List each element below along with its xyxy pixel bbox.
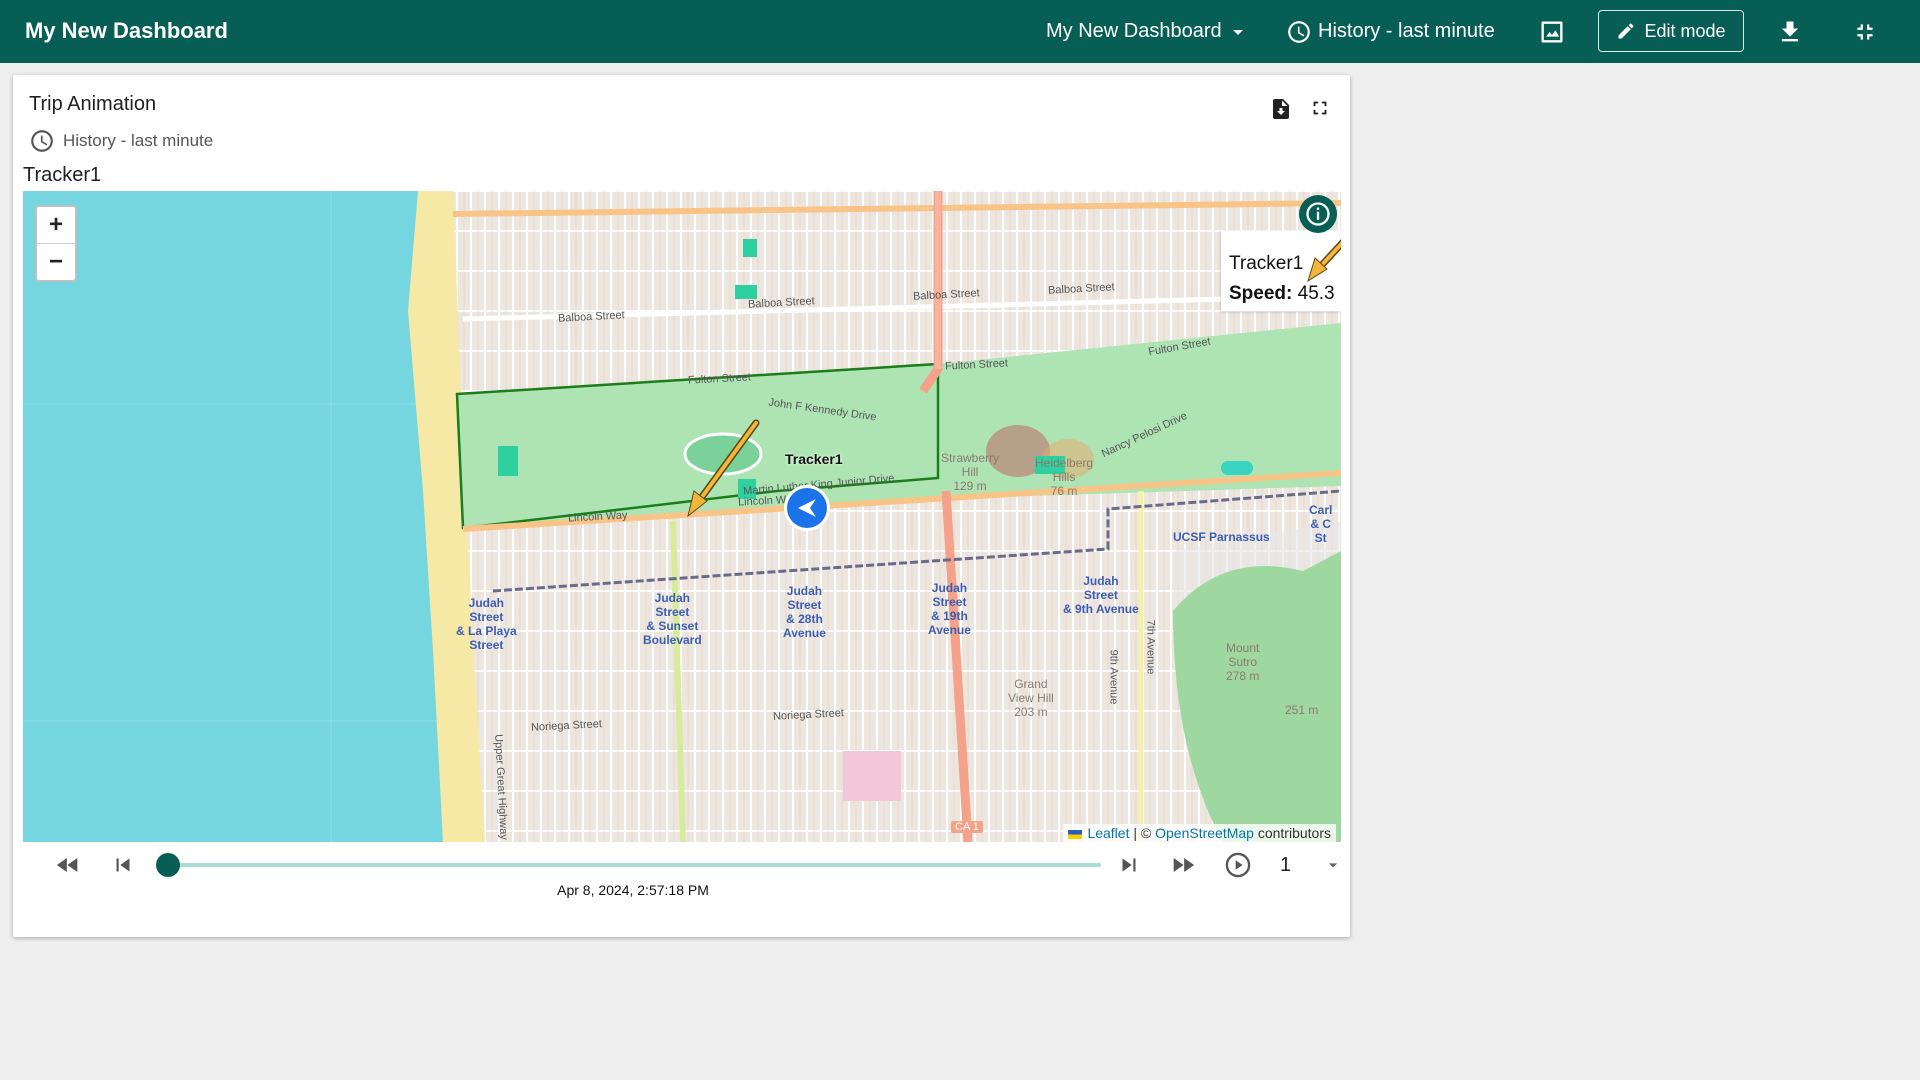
marker-label: Tracker1	[785, 451, 843, 467]
timewindow-label: History - last minute	[1318, 20, 1495, 42]
dashboard-title: My New Dashboard	[25, 18, 228, 43]
zoom-out-button[interactable]: −	[37, 243, 75, 280]
trip-animation-widget: Trip Animation History - last minute Tra…	[13, 75, 1350, 937]
clock-icon	[31, 130, 53, 152]
dashboard-image-icon	[1541, 21, 1563, 42]
widget-timewindow-label: History - last minute	[63, 131, 214, 150]
map-attribution: Leaflet | © OpenStreetMap contributors	[1062, 824, 1336, 842]
widget-timewindow: History - last minute	[29, 128, 213, 154]
export-button[interactable]	[1776, 0, 1804, 63]
street-label: 9th Avenue	[1107, 649, 1120, 705]
fast-forward-button[interactable]	[1163, 845, 1203, 885]
download-icon	[1781, 21, 1799, 41]
play-button[interactable]	[1218, 845, 1258, 885]
attribution-suffix: contributors	[1253, 825, 1331, 841]
poi-label: Judah Street & La Playa Street	[456, 596, 517, 652]
export-widget-button[interactable]	[1269, 97, 1293, 126]
timeline-timestamp: Apr 8, 2024, 2:57:18 PM	[557, 882, 709, 898]
map-tracker-label: Tracker1	[23, 164, 102, 186]
tooltip-speed-value: 45.3	[1297, 283, 1335, 304]
timewindow-button[interactable]: History - last minute	[1286, 0, 1495, 63]
leaflet-link[interactable]: Leaflet	[1087, 825, 1129, 841]
speed-select[interactable]: 1	[1273, 845, 1343, 885]
play-circle-icon	[1225, 852, 1251, 878]
edit-mode-label: Edit mode	[1644, 20, 1726, 41]
map-tiles	[23, 191, 1341, 842]
speed-select-value: 1	[1280, 854, 1292, 876]
timeline-thumb[interactable]	[156, 853, 180, 877]
skip-next-button[interactable]	[1109, 845, 1149, 885]
street-label: 7th Avenue	[1144, 619, 1157, 675]
poi-label: Judah Street & 9th Avenue	[1063, 574, 1139, 616]
fullscreen-icon	[1313, 101, 1327, 115]
map-view[interactable]: Balboa Street Balboa Street Balboa Stree…	[23, 191, 1341, 842]
osm-link[interactable]: OpenStreetMap	[1155, 825, 1254, 841]
caret-down-icon	[1328, 863, 1338, 868]
timeline-slider[interactable]	[156, 853, 1101, 877]
poi-label: Heidelberg Hills 76 m	[1035, 456, 1094, 498]
poi-label: Judah Street & 28th Avenue	[783, 584, 826, 640]
skip-previous-icon	[116, 858, 130, 872]
fullscreen-exit-icon	[1857, 23, 1873, 40]
poi-label: Judah Street & Sunset Boulevard	[643, 591, 702, 647]
ukraine-flag-icon	[1067, 829, 1082, 839]
edit-mode-button[interactable]: Edit mode	[1598, 10, 1744, 52]
skip-next-icon	[1122, 858, 1136, 872]
poi-label: 251 m	[1285, 703, 1319, 717]
fast-forward-icon	[1173, 858, 1195, 872]
file-export-icon	[1273, 99, 1289, 119]
dashboard-select[interactable]: My New Dashboard	[1046, 0, 1250, 63]
poi-label: Grand View Hill 203 m	[1008, 677, 1054, 719]
poi-label: UCSF Parnassus	[1173, 530, 1270, 544]
tooltip-speed-label: Speed:	[1229, 283, 1293, 304]
poi-label: Carl & C St	[1309, 503, 1333, 545]
tracker-marker[interactable]	[787, 488, 827, 528]
street-label: CA 1	[951, 821, 983, 833]
tracker-tooltip: Tracker1 Speed: 45.3	[1221, 231, 1341, 311]
clock-icon	[1288, 20, 1310, 43]
fullscreen-widget-button[interactable]	[1309, 97, 1331, 124]
dashboard-image-button[interactable]	[1538, 0, 1566, 63]
attribution-separator: | ©	[1129, 825, 1156, 841]
zoom-in-button[interactable]: +	[37, 207, 75, 243]
zoom-control: + −	[35, 205, 77, 282]
top-toolbar: My New Dashboard My New Dashboard Histor…	[0, 0, 1920, 63]
exit-fullscreen-button[interactable]	[1852, 0, 1878, 63]
poi-label: Mount Sutro 278 m	[1226, 641, 1260, 683]
fast-rewind-button[interactable]	[48, 845, 88, 885]
timeline-track	[156, 863, 1101, 867]
poi-label: Judah Street & 19th Avenue	[928, 581, 971, 637]
pencil-icon	[1618, 23, 1634, 39]
fast-rewind-icon	[56, 858, 78, 872]
dashboard-select-label: My New Dashboard	[1046, 20, 1222, 42]
skip-previous-button[interactable]	[103, 845, 143, 885]
info-toggle-button[interactable]	[1299, 195, 1337, 233]
widget-title: Trip Animation	[29, 93, 157, 115]
tooltip-speed: Speed: 45.3	[1229, 279, 1341, 309]
navigation-arrow-icon	[798, 499, 816, 517]
poi-label: Strawberry Hill 129 m	[941, 451, 1000, 493]
info-icon	[1306, 202, 1330, 226]
caret-down-icon	[1232, 29, 1243, 35]
tooltip-name: Tracker1	[1229, 253, 1304, 274]
